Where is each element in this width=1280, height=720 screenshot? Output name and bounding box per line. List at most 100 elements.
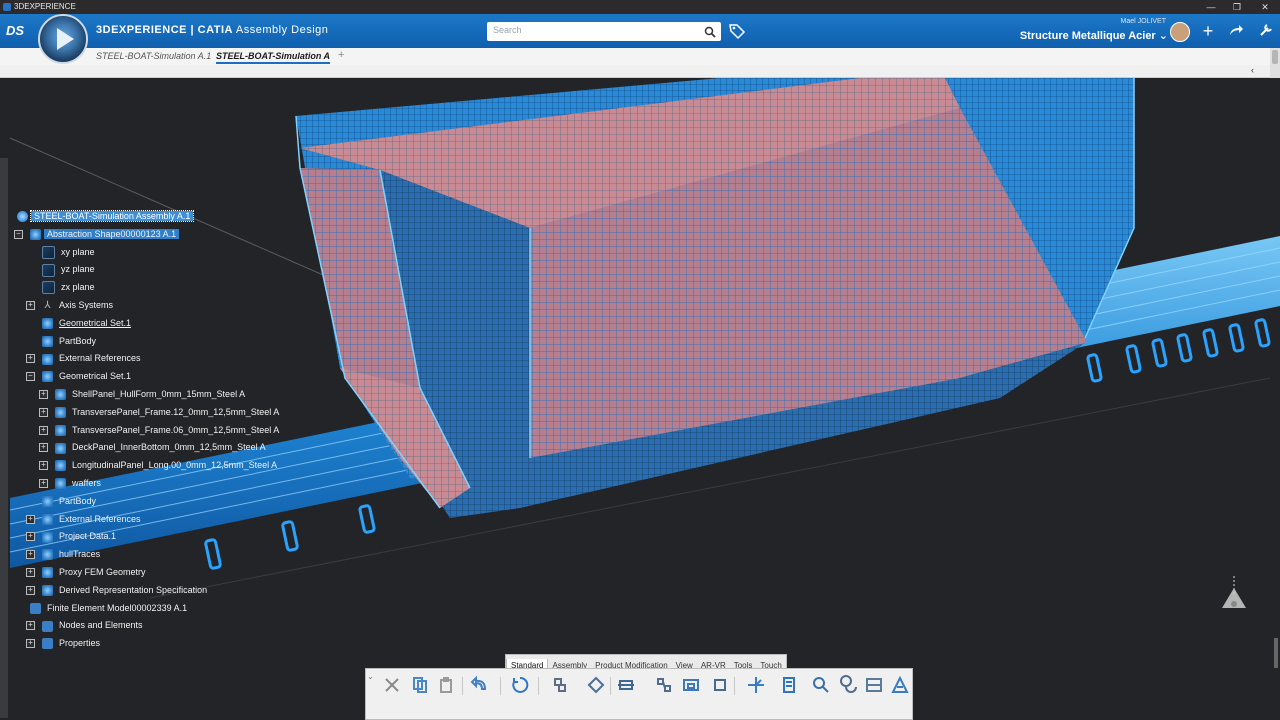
tree-node[interactable]: + ⅄ Axis Systems — [26, 297, 116, 313]
expand-icon[interactable]: + — [26, 354, 35, 364]
viewport-scrollbar[interactable] — [1274, 638, 1278, 668]
tree-node[interactable]: + Nodes and Elements — [26, 617, 146, 633]
tree-node[interactable]: Geometrical Set.1 — [28, 315, 134, 331]
tree-node[interactable]: + TransversePanel_Frame.12_0mm_12,5mm_Ste… — [39, 404, 282, 420]
tree-node-label: waffers — [72, 478, 101, 488]
insert-product-icon[interactable] — [550, 675, 570, 695]
check-icon[interactable] — [780, 675, 800, 695]
toolbar-separator — [538, 677, 539, 695]
avatar[interactable] — [1170, 22, 1190, 42]
paste-icon[interactable] — [436, 675, 456, 695]
close-button[interactable]: ✕ — [1252, 0, 1278, 14]
add-icon[interactable]: + — [1198, 22, 1218, 40]
search-icon[interactable] — [704, 25, 716, 43]
section-icon[interactable] — [864, 675, 884, 695]
action-bar-menu-icon[interactable]: ⌄ — [367, 672, 374, 681]
expand-icon[interactable]: + — [39, 425, 48, 435]
tree-node[interactable]: + ShellPanel_HullForm_0mm_15mm_Steel A — [39, 386, 248, 402]
copy-icon[interactable] — [410, 675, 430, 695]
tree-node[interactable]: + External References — [26, 350, 144, 366]
tree-node[interactable]: PartBody — [28, 493, 99, 509]
replace-icon[interactable] — [586, 675, 606, 695]
expand-icon[interactable]: + — [26, 532, 35, 542]
add-tab-icon[interactable]: + — [338, 49, 344, 61]
measure-icon[interactable] — [890, 675, 910, 695]
tree-node-label: Proxy FEM Geometry — [59, 567, 146, 577]
expand-icon[interactable]: + — [39, 479, 48, 488]
search-input[interactable]: Search — [487, 22, 721, 41]
toolbar-separator — [610, 677, 611, 695]
tree-node[interactable]: − Geometrical Set.1 — [26, 368, 134, 384]
tree-node-label: TransversePanel_Frame.12_0mm_12,5mm_Stee… — [72, 406, 280, 417]
collapse-icon[interactable]: ‹ — [1251, 65, 1254, 75]
tree-node[interactable]: + DeckPanel_InnerBottom_0mm_12,5mm_Steel … — [39, 439, 269, 455]
expand-icon[interactable]: + — [26, 585, 35, 595]
tree-node[interactable]: + TransversePanel_Frame.06_0mm_12,5mm_Ste… — [39, 422, 282, 438]
expand-icon[interactable]: + — [26, 550, 35, 560]
tree-node[interactable]: + External References — [26, 511, 144, 527]
compass-icon[interactable] — [38, 14, 88, 64]
workspace-label: Structure Metallique Acier — [1019, 30, 1156, 42]
expand-icon[interactable]: + — [39, 407, 48, 417]
collapse-icon[interactable]: − — [14, 229, 23, 239]
tree-node[interactable]: + Properties — [26, 635, 103, 651]
compass-icon[interactable] — [746, 675, 766, 695]
tree-node[interactable]: STEEL-BOAT-Simulation Assembly A.1 — [3, 208, 195, 224]
expand-icon[interactable]: + — [26, 568, 35, 577]
tree-node[interactable]: + Proxy FEM Geometry — [26, 564, 149, 580]
tree-node[interactable]: xy plane — [28, 244, 98, 260]
part-icon — [55, 406, 66, 418]
part-icon — [42, 567, 53, 579]
cut-icon[interactable] — [382, 675, 402, 695]
part-icon — [42, 495, 53, 507]
tree-node[interactable]: + LongitudinalPanel_Long.00_0mm_12,5mm_St… — [39, 457, 280, 473]
minimize-button[interactable]: — — [1198, 0, 1224, 14]
part-icon — [55, 389, 66, 401]
part-icon — [42, 549, 53, 561]
fix-icon[interactable] — [710, 675, 730, 695]
3d-viewport[interactable]: STEEL-BOAT-Simulation Assembly A.1− Abstr… — [0, 78, 1280, 720]
tree-node[interactable]: Finite Element Model00002339 A.1 — [16, 600, 190, 616]
engineering-connection-icon[interactable] — [654, 675, 674, 695]
tree-node[interactable]: + Project Data.1 — [26, 528, 119, 544]
tools-icon[interactable] — [1256, 22, 1276, 40]
scrollbar[interactable] — [1270, 48, 1280, 78]
tree-node-label: Abstraction Shape00000123 A.1 — [44, 228, 180, 239]
tree-node[interactable]: + Derived Representation Specification — [26, 582, 210, 598]
tab-simulation-active[interactable]: STEEL-BOAT-Simulation A — [216, 51, 330, 64]
share-icon[interactable] — [1226, 22, 1246, 40]
tree-node[interactable]: + waffers — [39, 475, 104, 491]
undo-icon[interactable] — [470, 675, 490, 695]
explode-icon[interactable] — [616, 675, 636, 695]
mini-compass-icon[interactable] — [1214, 574, 1254, 619]
maximize-button[interactable]: ❐ — [1224, 0, 1250, 14]
part-icon — [42, 335, 53, 347]
tree-node[interactable]: + hullTraces — [26, 546, 103, 562]
expand-icon[interactable]: + — [26, 621, 35, 631]
tree-node-label: STEEL-BOAT-Simulation Assembly A.1 — [29, 210, 195, 222]
expand-icon[interactable]: + — [39, 461, 48, 471]
tree-node[interactable]: zx plane — [28, 279, 98, 295]
zoom-icon[interactable] — [811, 675, 831, 695]
expand-icon[interactable]: + — [26, 639, 35, 649]
clash-icon[interactable] — [838, 675, 858, 695]
tree-node[interactable]: PartBody — [28, 333, 99, 349]
workspace-selector[interactable]: Structure Metallique Acier ⌄ — [1020, 29, 1168, 42]
tree-node-label: PartBody — [59, 335, 97, 346]
ds-logo-icon[interactable]: DS — [6, 22, 28, 41]
constraints-icon[interactable] — [681, 675, 701, 695]
tag-icon[interactable] — [728, 22, 746, 45]
expand-icon[interactable]: + — [39, 443, 48, 453]
expand-icon[interactable]: + — [26, 514, 35, 524]
fem-icon — [42, 638, 53, 650]
tree-node[interactable]: yz plane — [28, 261, 98, 277]
tree-node[interactable]: − Abstraction Shape00000123 A.1 — [14, 226, 180, 242]
tab-simulation-1[interactable]: STEEL-BOAT-Simulation A.1 — [96, 51, 211, 61]
chevron-down-icon: ⌄ — [1158, 30, 1168, 42]
expand-icon[interactable]: + — [39, 390, 48, 399]
expand-icon[interactable]: + — [26, 301, 35, 310]
action-bar — [365, 668, 913, 720]
collapse-icon[interactable]: − — [26, 372, 35, 382]
update-icon[interactable] — [510, 675, 530, 695]
scrollbar-thumb[interactable] — [1272, 50, 1278, 64]
